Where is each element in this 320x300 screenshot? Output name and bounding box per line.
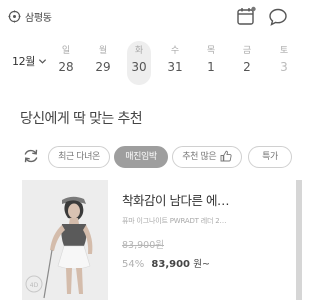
section-title: 당신에게 딱 맞는 추천 bbox=[20, 111, 143, 127]
day-number: 28 bbox=[58, 60, 74, 74]
day-of-week: 수 bbox=[170, 46, 180, 56]
day-of-week: 일 bbox=[61, 46, 71, 56]
location-label: 삼평동 bbox=[25, 13, 52, 24]
day-item-selected[interactable]: 화 30 bbox=[127, 41, 151, 85]
location-selector[interactable]: 삼평동 bbox=[8, 9, 52, 24]
filter-chip-recommended[interactable]: 추천 많은 bbox=[172, 146, 242, 168]
day-of-week: 화 bbox=[134, 46, 144, 56]
chip-label: 최근 다녀온 bbox=[58, 152, 100, 162]
date-bar: 12월 일 28 월 29 화 30 수 31 목 1 금 2 토 3 bbox=[0, 40, 302, 88]
day-item[interactable]: 금 2 bbox=[235, 44, 259, 76]
month-label: 12월 bbox=[12, 55, 35, 68]
chip-label: 매진임박 bbox=[125, 152, 157, 162]
product-card[interactable]: 4D 착화감이 남다른 에… 퓨마 이그나이트 PWRADT 레더 2… 83,… bbox=[22, 180, 288, 300]
day-item[interactable]: 일 28 bbox=[54, 44, 78, 76]
month-selector[interactable]: 12월 bbox=[12, 53, 47, 69]
day-item[interactable]: 수 31 bbox=[163, 44, 187, 76]
day-item[interactable]: 토 3 bbox=[272, 44, 296, 76]
next-card-peek[interactable] bbox=[296, 180, 302, 300]
day-of-week: 월 bbox=[98, 46, 108, 56]
image-badge-text: 4D bbox=[30, 282, 39, 289]
day-number: 29 bbox=[95, 60, 111, 74]
filter-chip-recent[interactable]: 최근 다녀온 bbox=[48, 146, 110, 168]
filter-chip-special-price[interactable]: 특가 bbox=[248, 146, 292, 168]
day-of-week: 금 bbox=[242, 46, 252, 56]
original-price: 83,900원 bbox=[122, 240, 164, 251]
day-item[interactable]: 목 1 bbox=[199, 44, 223, 76]
day-of-week: 목 bbox=[206, 46, 216, 56]
product-title: 착화감이 남다른 에… bbox=[122, 193, 229, 208]
refresh-icon[interactable] bbox=[22, 147, 40, 165]
location-pin-icon bbox=[8, 10, 21, 23]
day-of-week: 토 bbox=[279, 46, 289, 56]
model-photo: 4D bbox=[22, 180, 108, 300]
product-subtitle: 퓨마 이그나이트 PWRADT 레더 2… bbox=[122, 217, 227, 225]
price-unit: 원~ bbox=[193, 259, 210, 270]
top-bar: 삼평동 bbox=[0, 0, 302, 34]
chevron-down-icon bbox=[38, 58, 46, 64]
calendar-icon[interactable] bbox=[236, 6, 256, 26]
thumbs-up-icon bbox=[220, 150, 232, 161]
day-number: 3 bbox=[280, 60, 288, 74]
chat-bubble-icon[interactable] bbox=[268, 7, 288, 27]
sale-price: 83,900 bbox=[151, 259, 191, 270]
discount-percent: 54% bbox=[122, 259, 145, 270]
day-number: 31 bbox=[167, 60, 183, 74]
day-number: 2 bbox=[243, 60, 251, 74]
chip-label: 추천 많은 bbox=[182, 152, 217, 162]
product-image: 4D bbox=[22, 180, 108, 300]
day-number: 1 bbox=[207, 60, 215, 74]
chip-label: 특가 bbox=[262, 152, 278, 162]
sale-price-row: 54% 83,900 원~ bbox=[122, 256, 210, 270]
filter-chips: 최근 다녀온 매진임박 추천 많은 특가 bbox=[0, 144, 302, 300]
day-number: 30 bbox=[131, 60, 147, 74]
filter-chip-soldout-soon[interactable]: 매진임박 bbox=[114, 146, 168, 168]
day-item[interactable]: 월 29 bbox=[91, 44, 115, 76]
